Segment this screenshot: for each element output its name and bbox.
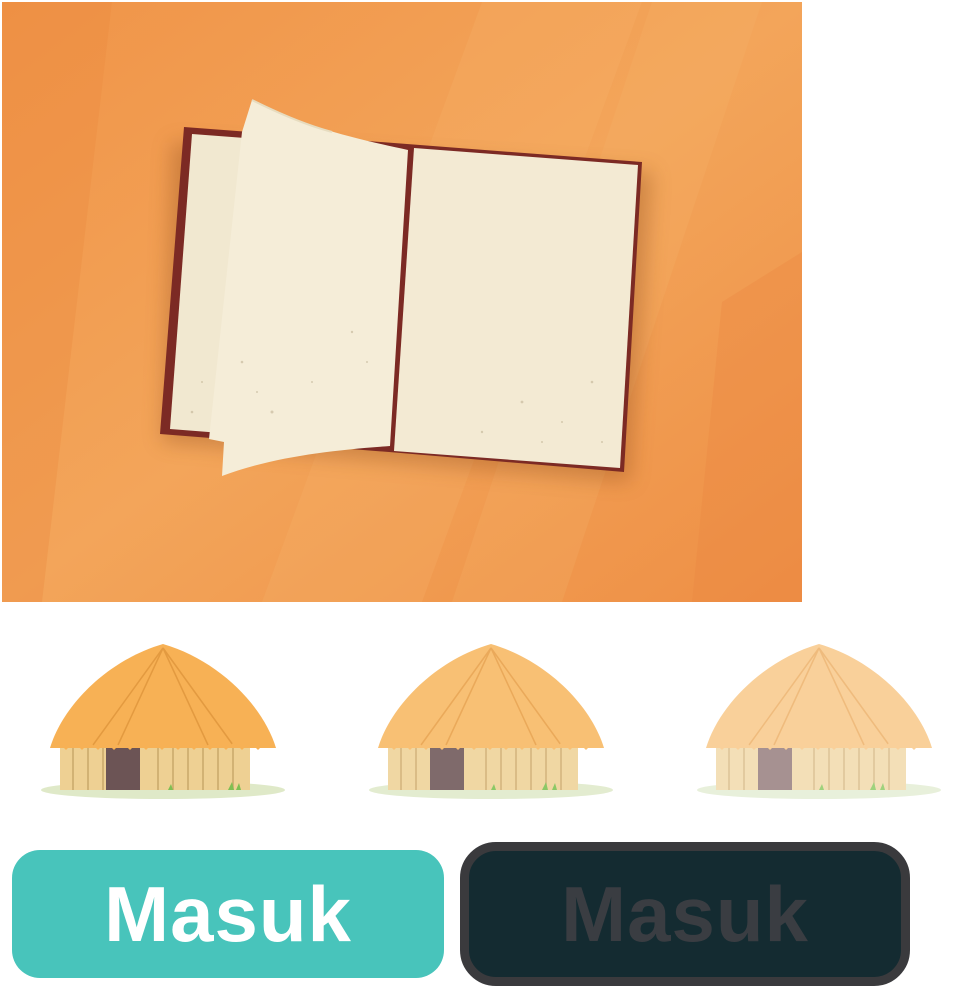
hut-icon: [369, 644, 613, 799]
hut-2[interactable]: [366, 630, 616, 810]
hut-1[interactable]: [38, 630, 288, 810]
enter-button-disabled[interactable]: Masuk: [460, 842, 910, 986]
huts-row: [0, 630, 970, 820]
hut-icon: [697, 644, 941, 799]
hut-3[interactable]: [694, 630, 944, 810]
open-book-illustration: [2, 2, 802, 602]
enter-button[interactable]: Masuk: [12, 850, 444, 978]
book-scene: [2, 2, 802, 602]
hut-icon: [41, 644, 285, 799]
